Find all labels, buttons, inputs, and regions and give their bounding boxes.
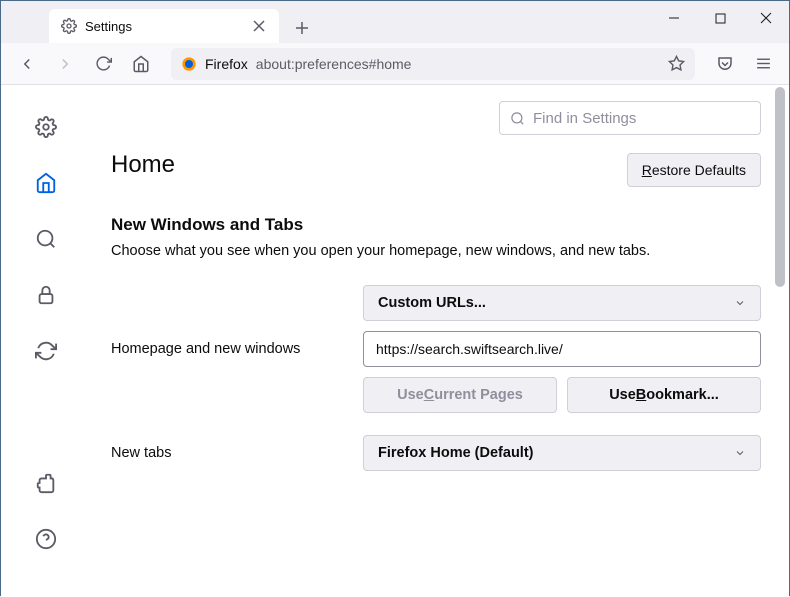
back-button[interactable] (11, 48, 43, 80)
use-current-pages-button[interactable]: Use Current Pages (363, 377, 557, 413)
homepage-label: Homepage and new windows (111, 285, 363, 357)
tab-settings[interactable]: Settings (49, 9, 279, 43)
scrollbar-thumb[interactable] (775, 87, 785, 287)
tab-title: Settings (85, 19, 243, 34)
sidebar-home-icon[interactable] (32, 169, 60, 197)
chevron-down-icon (734, 297, 746, 309)
sidebar-search-icon[interactable] (32, 225, 60, 253)
sidebar-sync-icon[interactable] (32, 337, 60, 365)
homepage-url-input[interactable] (363, 331, 761, 367)
newtabs-select[interactable]: Firefox Home (Default) (363, 435, 761, 471)
close-tab-button[interactable] (251, 18, 267, 34)
firefox-brand-icon (181, 56, 197, 72)
section-title: New Windows and Tabs (91, 215, 761, 235)
urlbar-brand: Firefox (205, 56, 248, 72)
gear-icon (61, 18, 77, 34)
search-placeholder: Find in Settings (533, 110, 636, 127)
bookmark-star-icon[interactable] (668, 55, 685, 72)
sidebar-help-icon[interactable] (32, 525, 60, 553)
new-tab-button[interactable] (287, 13, 317, 43)
sidebar-extensions-icon[interactable] (32, 469, 60, 497)
settings-main: Find in Settings Home Restore Defaults N… (91, 85, 789, 597)
reload-button[interactable] (87, 48, 119, 80)
url-bar[interactable]: Firefox about:preferences#home (171, 48, 695, 80)
chevron-down-icon (734, 447, 746, 459)
section-description: Choose what you see when you open your h… (91, 243, 761, 259)
settings-sidebar (1, 85, 91, 597)
tab-strip: Settings (1, 1, 789, 43)
menu-button[interactable] (747, 48, 779, 80)
newtabs-label: New tabs (111, 445, 363, 461)
search-icon (510, 111, 525, 126)
close-window-button[interactable] (743, 1, 789, 35)
urlbar-url: about:preferences#home (256, 56, 412, 72)
sidebar-privacy-icon[interactable] (32, 281, 60, 309)
restore-defaults-button[interactable]: Restore Defaults (627, 153, 761, 187)
homepage-mode-select[interactable]: Custom URLs... (363, 285, 761, 321)
pocket-button[interactable] (709, 48, 741, 80)
maximize-button[interactable] (697, 1, 743, 35)
minimize-button[interactable] (651, 1, 697, 35)
settings-search-input[interactable]: Find in Settings (499, 101, 761, 135)
page-title: Home (111, 151, 175, 179)
sidebar-general-icon[interactable] (32, 113, 60, 141)
toolbar: Firefox about:preferences#home (1, 43, 789, 85)
home-button[interactable] (125, 48, 157, 80)
use-bookmark-button[interactable]: Use Bookmark... (567, 377, 761, 413)
forward-button[interactable] (49, 48, 81, 80)
